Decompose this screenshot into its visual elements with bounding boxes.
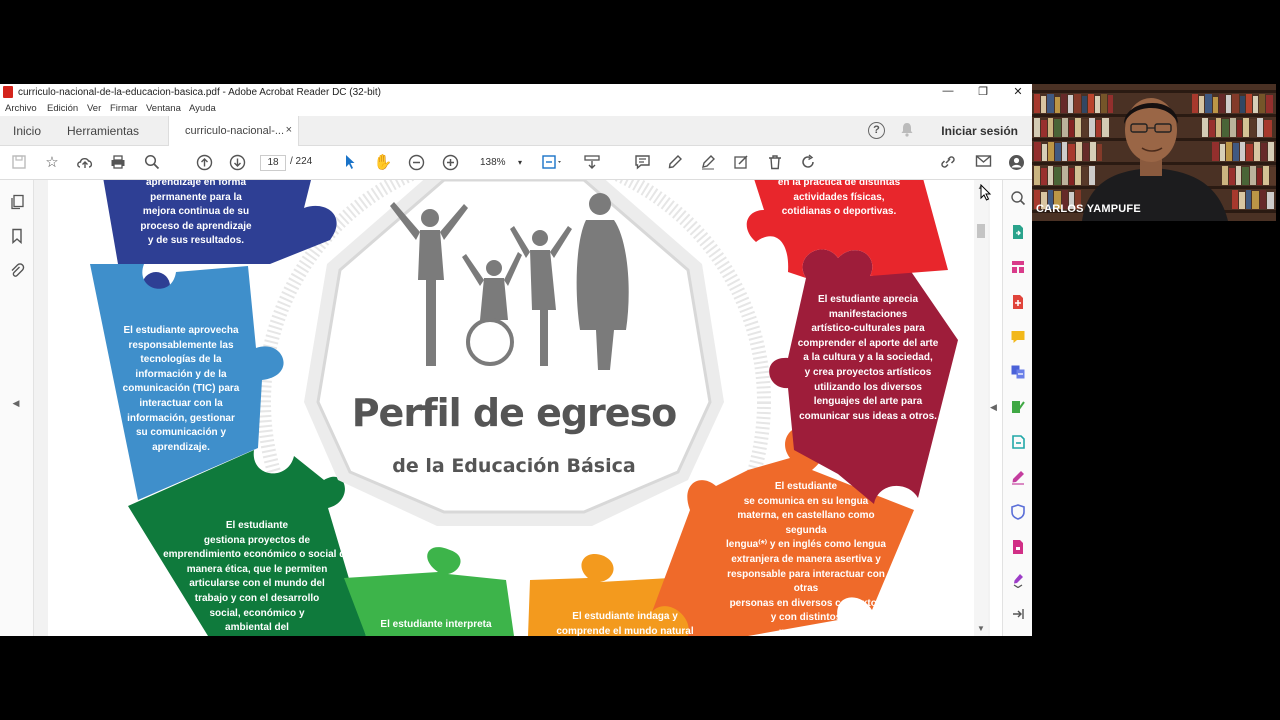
email-icon[interactable] (973, 154, 993, 172)
organize-pages-icon[interactable] (1010, 259, 1026, 275)
text-green-piece: El estudiante interpreta (380, 619, 492, 630)
text-orange-piece: El estudiante se comunica en su lengua m… (726, 481, 886, 636)
text-dark-blue-piece: aprendizaje en forma permanente para la … (140, 180, 252, 247)
title-bar: curriculo-nacional-de-la-educacion-basic… (0, 84, 1032, 101)
highlight-pen-icon[interactable] (665, 154, 685, 172)
perfil-egreso-title: Perfil de egreso (352, 391, 677, 435)
tab-herramientas[interactable]: Herramientas (67, 124, 139, 138)
zoom-level-value: 138% (480, 157, 506, 168)
perfil-egreso-subtitle: de la Educación Básica (392, 455, 635, 477)
menu-ver[interactable]: Ver (87, 103, 101, 114)
menu-edicion[interactable]: Edición (47, 103, 78, 114)
share-link-icon[interactable] (938, 154, 958, 172)
text-maroon-piece: El estudiante aprecia manifestaciones ar… (797, 294, 939, 422)
help-icon[interactable]: ? (868, 122, 885, 139)
export-pdf-icon[interactable] (1010, 224, 1026, 240)
left-navigation-pane: ◀ (0, 180, 34, 636)
text-light-blue-piece: El estudiante aprovecha responsablemente… (122, 325, 240, 453)
menu-archivo[interactable]: Archivo (5, 103, 37, 114)
participant-name-label: CARLOS YAMPUFE (1036, 203, 1141, 215)
hand-tool-icon[interactable]: ✋ (373, 154, 393, 172)
scroll-down-icon[interactable]: ▼ (977, 624, 985, 633)
page-down-icon[interactable] (227, 154, 247, 172)
tab-bar: Inicio Herramientas curriculo-nacional-.… (0, 116, 1032, 146)
combine-files-icon[interactable] (1010, 364, 1026, 380)
collapse-tools-pane-icon[interactable] (1010, 606, 1026, 622)
restore-button[interactable]: ❐ (973, 85, 993, 99)
compress-pdf-icon[interactable] (1010, 539, 1026, 555)
bookmark-star-icon[interactable]: ☆ (42, 154, 62, 172)
tab-document[interactable]: curriculo-nacional-... × (168, 116, 299, 146)
mouse-cursor-icon (980, 184, 992, 201)
tab-document-label: curriculo-nacional-... (185, 125, 285, 137)
window-title: curriculo-nacional-de-la-educacion-basic… (18, 87, 381, 98)
select-cursor-icon[interactable] (340, 154, 360, 172)
protect-shield-icon[interactable] (1010, 504, 1026, 520)
menu-firmar[interactable]: Firmar (110, 103, 137, 114)
attachments-paperclip-icon[interactable] (9, 262, 25, 278)
page-thumbnails-icon[interactable] (9, 194, 25, 210)
comment-tool-icon[interactable] (1010, 329, 1026, 345)
fill-sign-tool-icon[interactable] (1010, 469, 1026, 485)
close-window-button[interactable]: ✕ (1008, 85, 1028, 99)
zoom-in-icon[interactable] (440, 154, 460, 172)
rotate-icon[interactable] (798, 154, 818, 172)
print-icon[interactable] (108, 154, 128, 172)
more-tools-icon[interactable] (1010, 572, 1026, 589)
tab-inicio[interactable]: Inicio (13, 124, 41, 138)
send-review-icon[interactable] (1010, 434, 1026, 450)
pdf-page: Perfil de egreso de la Educación Básica … (48, 180, 974, 636)
text-dark-green-piece: El estudiante gestiona proyectos de empr… (163, 520, 351, 634)
upload-cloud-icon[interactable] (75, 154, 95, 172)
close-tab-icon[interactable]: × (286, 124, 292, 136)
toolbar: ☆ 18 / 224 ✋ 138% ▾ (0, 146, 1032, 180)
acrobat-window: curriculo-nacional-de-la-educacion-basic… (0, 84, 1032, 636)
page-up-icon[interactable] (194, 154, 214, 172)
webcam-video: CARLOS YAMPUFE (1032, 84, 1276, 221)
page-number-input[interactable]: 18 (260, 155, 286, 171)
comment-icon[interactable] (632, 154, 652, 172)
menu-ayuda[interactable]: Ayuda (189, 103, 216, 114)
menu-ventana[interactable]: Ventana (146, 103, 181, 114)
save-icon[interactable] (9, 154, 29, 172)
signin-button[interactable]: Iniciar sesión (941, 124, 1018, 138)
scrollbar-thumb[interactable] (977, 224, 985, 238)
document-viewport: Perfil de egreso de la Educación Básica … (34, 180, 990, 636)
collapse-right-pane-icon[interactable]: ◀ (990, 402, 997, 413)
menu-bar: Archivo Edición Ver Firmar Ventana Ayuda (0, 101, 1032, 116)
bookmarks-icon[interactable] (9, 228, 25, 245)
chevron-down-icon: ▾ (517, 158, 522, 167)
collapse-left-pane-icon[interactable]: ◀ (12, 398, 20, 414)
zoom-level-select[interactable]: 138% ▾ (474, 155, 526, 171)
text-orange-bottom-piece: El estudiante indaga y comprende el mund… (556, 611, 694, 636)
fill-sign-icon[interactable] (731, 154, 751, 172)
zoom-search-icon[interactable] (1010, 190, 1026, 206)
zoom-out-icon[interactable] (406, 154, 426, 172)
edit-pdf-icon[interactable] (1010, 399, 1026, 415)
account-icon[interactable] (1006, 154, 1026, 172)
text-red-piece: en la práctica de distintas actividades … (777, 180, 901, 218)
vertical-scrollbar[interactable]: ▲ ▼ (974, 180, 988, 636)
page-total: / 224 (290, 156, 313, 167)
notification-bell-icon[interactable] (900, 122, 914, 137)
draw-signature-icon[interactable] (698, 154, 718, 172)
search-icon[interactable] (142, 154, 162, 172)
minimize-button[interactable]: — (938, 85, 958, 99)
page-fit-icon[interactable] (541, 154, 565, 172)
pdf-file-icon (3, 86, 13, 98)
scroll-mode-icon[interactable] (582, 154, 602, 172)
webcam-person-image (1032, 84, 1276, 221)
right-tools-pane (1002, 180, 1032, 636)
delete-trash-icon[interactable] (765, 154, 785, 172)
create-pdf-icon[interactable] (1010, 294, 1026, 310)
